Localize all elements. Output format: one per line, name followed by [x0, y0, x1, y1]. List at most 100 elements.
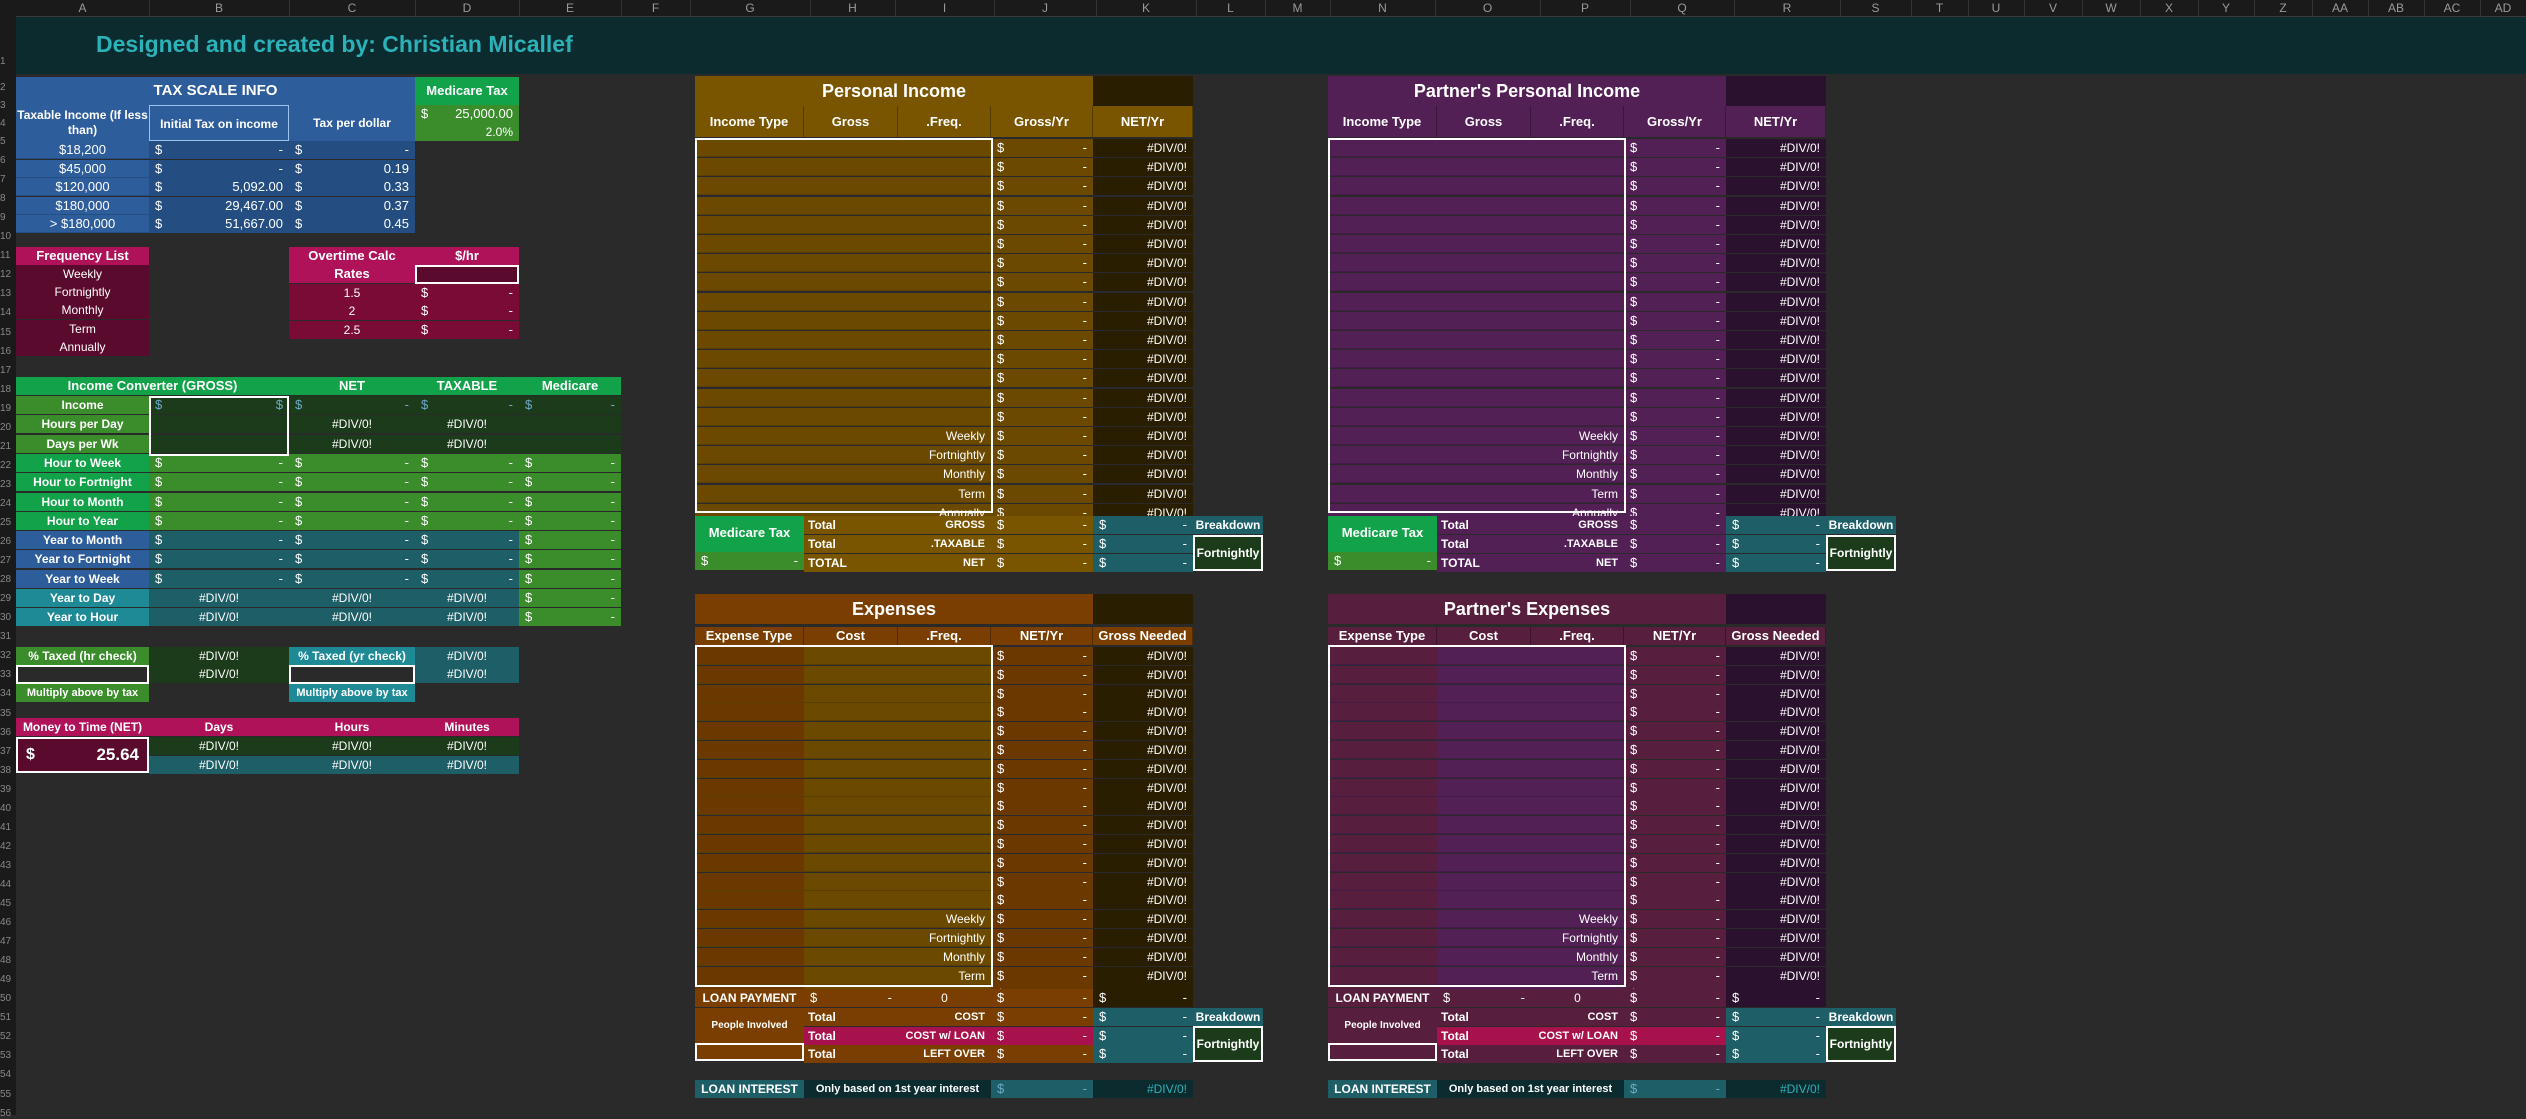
people-involved-input[interactable] [695, 1043, 804, 1061]
breakdown-select[interactable]: Fortnightly [1826, 535, 1896, 571]
row-header[interactable]: 16 [0, 346, 16, 357]
row-header[interactable]: 52 [0, 1031, 16, 1042]
row-header[interactable]: 25 [0, 517, 16, 528]
row-header[interactable]: 34 [0, 688, 16, 699]
overtime-rate[interactable]: 1.5 [289, 284, 415, 302]
row-header[interactable]: 14 [0, 307, 16, 318]
row-header[interactable]: 20 [0, 422, 16, 433]
row-header[interactable]: 47 [0, 936, 16, 947]
medicare-tax-rate[interactable]: 2.0% [415, 123, 519, 141]
row-header[interactable]: 31 [0, 631, 16, 642]
row-header[interactable]: 46 [0, 917, 16, 928]
column-header[interactable]: S [1840, 0, 1912, 16]
income-entry-box[interactable] [695, 138, 993, 513]
row-header[interactable]: 28 [0, 574, 16, 585]
row-header[interactable]: 27 [0, 555, 16, 566]
row-header[interactable]: 2 [0, 82, 16, 93]
row-header[interactable]: 49 [0, 974, 16, 985]
column-header[interactable]: G [690, 0, 811, 16]
column-header[interactable]: D [415, 0, 520, 16]
row-header[interactable]: 1 [0, 56, 16, 67]
breakdown-select[interactable]: Fortnightly [1193, 535, 1263, 571]
row-header[interactable]: 32 [0, 650, 16, 661]
row-header[interactable]: 53 [0, 1050, 16, 1061]
expense-entry-box[interactable] [695, 645, 993, 987]
row-header[interactable]: 40 [0, 803, 16, 814]
expense-breakdown-select[interactable]: Fortnightly [1826, 1026, 1896, 1062]
frequency-item[interactable]: Monthly [16, 301, 149, 320]
row-header[interactable]: 17 [0, 365, 16, 376]
row-header[interactable]: 6 [0, 155, 16, 166]
column-header[interactable]: X [2140, 0, 2199, 16]
row-header[interactable]: 42 [0, 841, 16, 852]
column-header[interactable]: Q [1630, 0, 1735, 16]
loan-payment-count[interactable]: 0 [1531, 989, 1624, 1007]
column-header[interactable]: T [1911, 0, 1969, 16]
column-header[interactable]: A [16, 0, 150, 16]
column-header[interactable]: R [1734, 0, 1841, 16]
row-header[interactable]: 15 [0, 327, 16, 338]
row-header[interactable]: 11 [0, 250, 16, 261]
row-header[interactable]: 29 [0, 593, 16, 604]
column-header[interactable]: M [1265, 0, 1331, 16]
row-header[interactable]: 21 [0, 441, 16, 452]
column-header[interactable]: I [895, 0, 995, 16]
taxed-hr-input[interactable] [16, 665, 149, 684]
row-header[interactable]: 54 [0, 1069, 16, 1080]
row-header[interactable]: 45 [0, 898, 16, 909]
column-header[interactable]: AB [2368, 0, 2425, 16]
column-header[interactable]: E [519, 0, 622, 16]
row-header[interactable]: 5 [0, 136, 16, 147]
income-input-box[interactable] [149, 396, 289, 456]
overtime-rate-input[interactable] [415, 265, 519, 284]
row-header[interactable]: 56 [0, 1108, 16, 1119]
row-header[interactable]: 10 [0, 231, 16, 242]
frequency-item[interactable]: Weekly [16, 265, 149, 283]
column-header[interactable]: L [1196, 0, 1266, 16]
column-header[interactable]: J [994, 0, 1097, 16]
row-header[interactable]: 51 [0, 1012, 16, 1023]
column-header[interactable]: H [810, 0, 896, 16]
row-header[interactable]: 37 [0, 746, 16, 757]
overtime-rate[interactable]: 2.5 [289, 320, 415, 339]
column-header[interactable]: C [289, 0, 416, 16]
loan-payment-amount[interactable]: $ - [1437, 989, 1531, 1007]
row-header[interactable]: 9 [0, 212, 16, 223]
income-entry-box[interactable] [1328, 138, 1626, 513]
frequency-item[interactable]: Term [16, 319, 149, 338]
row-header[interactable]: 48 [0, 955, 16, 966]
column-header[interactable]: K [1096, 0, 1197, 16]
frequency-item[interactable]: Annually [16, 337, 149, 356]
row-header[interactable]: 7 [0, 174, 16, 185]
row-header[interactable]: 43 [0, 860, 16, 871]
column-header[interactable]: V [2024, 0, 2083, 16]
row-header[interactable]: 23 [0, 479, 16, 490]
row-header[interactable]: 19 [0, 403, 16, 414]
column-header[interactable]: AC [2424, 0, 2481, 16]
loan-payment-count[interactable]: 0 [898, 989, 991, 1007]
column-header[interactable]: O [1435, 0, 1541, 16]
column-header[interactable]: AA [2312, 0, 2369, 16]
row-header[interactable]: 41 [0, 822, 16, 833]
loan-payment-amount[interactable]: $ - [804, 989, 898, 1007]
row-header[interactable]: 24 [0, 498, 16, 509]
money-time-input[interactable]: $25.64 [16, 737, 149, 773]
medicare-tax-amount[interactable]: $25,000.00 [415, 105, 519, 123]
people-involved-input[interactable] [1328, 1043, 1437, 1061]
row-header[interactable]: 13 [0, 288, 16, 299]
column-header[interactable]: U [1968, 0, 2025, 16]
row-header[interactable]: 44 [0, 879, 16, 890]
row-header[interactable]: 38 [0, 765, 16, 776]
row-header[interactable]: 4 [0, 118, 16, 129]
row-header[interactable]: 36 [0, 727, 16, 738]
taxed-yr-input[interactable] [289, 665, 415, 684]
row-header[interactable]: 50 [0, 993, 16, 1004]
frequency-item[interactable]: Fortnightly [16, 283, 149, 302]
column-header[interactable]: AD [2480, 0, 2526, 16]
row-header[interactable]: 3 [0, 100, 16, 111]
expense-entry-box[interactable] [1328, 645, 1626, 987]
row-header[interactable]: 39 [0, 784, 16, 795]
column-header[interactable]: W [2082, 0, 2141, 16]
row-header[interactable]: 12 [0, 269, 16, 280]
row-header[interactable]: 8 [0, 193, 16, 204]
